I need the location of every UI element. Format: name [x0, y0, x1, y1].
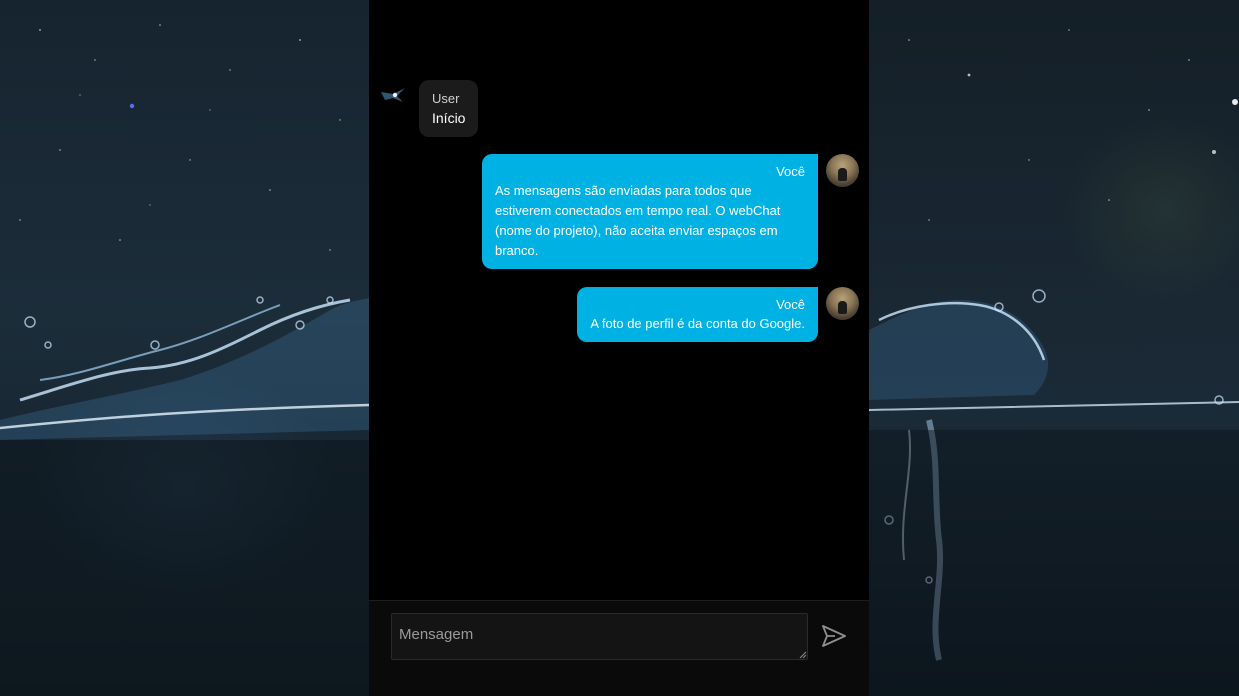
- message-text: Início: [432, 110, 466, 126]
- avatar-image: [379, 80, 409, 110]
- chat-panel: User Início Você As mensagens são enviad…: [369, 0, 869, 696]
- avatar: [379, 80, 409, 110]
- avatar: [826, 154, 859, 187]
- water-splash-image-right: [869, 29, 1239, 696]
- message-list: User Início Você As mensagens são enviad…: [369, 0, 869, 600]
- message-outgoing: Você A foto de perfil é da conta do Goog…: [577, 287, 859, 342]
- message-input[interactable]: [391, 613, 808, 660]
- message-incoming: User Início: [379, 80, 479, 137]
- message-text: As mensagens são enviadas para todos que…: [495, 183, 781, 258]
- water-splash-image-left: [0, 24, 369, 696]
- message-bubble: User Início: [419, 80, 479, 137]
- message-author: Você: [776, 164, 805, 179]
- message-text: A foto de perfil é da conta do Google.: [590, 316, 805, 331]
- message-composer: [369, 600, 869, 696]
- message-author: Você: [776, 297, 805, 312]
- message-bubble: Você A foto de perfil é da conta do Goog…: [577, 287, 818, 342]
- background-right: [869, 0, 1239, 696]
- message-outgoing: Você As mensagens são enviadas para todo…: [482, 154, 859, 269]
- message-author: User: [432, 91, 460, 106]
- background-left: [0, 0, 369, 696]
- resize-grip-icon[interactable]: [799, 651, 807, 659]
- send-icon: [822, 624, 846, 647]
- message-bubble: Você As mensagens são enviadas para todo…: [482, 154, 818, 269]
- avatar: [826, 287, 859, 320]
- send-button[interactable]: [819, 623, 849, 651]
